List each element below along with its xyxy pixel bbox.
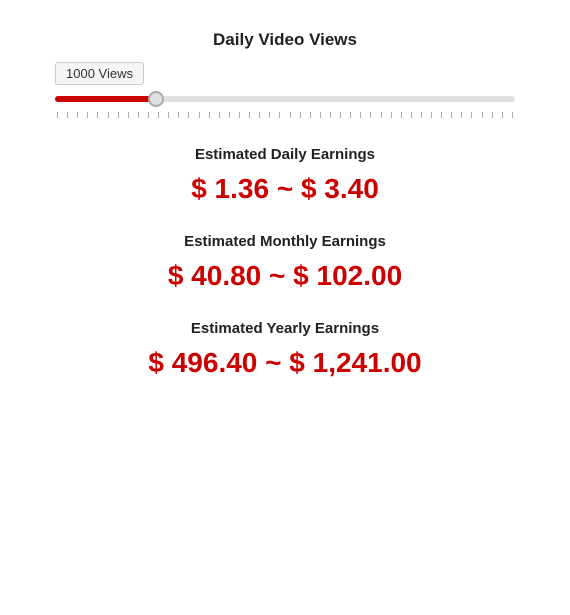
tick	[199, 112, 200, 118]
tick	[118, 112, 119, 118]
tick	[138, 112, 139, 118]
tick	[97, 112, 98, 118]
tick	[310, 112, 311, 118]
tick	[391, 112, 392, 118]
tick	[209, 112, 210, 118]
page-title: Daily Video Views	[213, 30, 357, 49]
tick	[431, 112, 432, 118]
yearly-earnings-label: Estimated Yearly Earnings	[148, 320, 421, 337]
tick	[57, 112, 58, 118]
tick	[441, 112, 442, 118]
slider-ticks	[55, 112, 515, 118]
tick	[229, 112, 230, 118]
tick	[249, 112, 250, 118]
slider-value-label: 1000 Views	[55, 62, 144, 85]
tick	[300, 112, 301, 118]
tick	[370, 112, 371, 118]
tick	[67, 112, 68, 118]
daily-earnings-label: Estimated Daily Earnings	[191, 146, 379, 163]
slider-track-wrapper[interactable]	[55, 89, 515, 109]
tick	[482, 112, 483, 118]
yearly-earnings-value: $ 496.40 ~ $ 1,241.00	[148, 347, 421, 379]
tick	[158, 112, 159, 118]
tick	[451, 112, 452, 118]
tick	[77, 112, 78, 118]
tick	[178, 112, 179, 118]
title-section: Daily Video Views	[213, 30, 357, 50]
tick	[188, 112, 189, 118]
tick	[360, 112, 361, 118]
daily-earnings-section: Estimated Daily Earnings $ 1.36 ~ $ 3.40	[191, 146, 379, 205]
tick	[168, 112, 169, 118]
tick	[320, 112, 321, 118]
tick	[128, 112, 129, 118]
tick	[421, 112, 422, 118]
tick	[461, 112, 462, 118]
tick	[502, 112, 503, 118]
tick	[108, 112, 109, 118]
tick	[471, 112, 472, 118]
slider-fill	[55, 96, 156, 102]
daily-earnings-value: $ 1.36 ~ $ 3.40	[191, 173, 379, 205]
tick	[269, 112, 270, 118]
monthly-earnings-value: $ 40.80 ~ $ 102.00	[168, 260, 402, 292]
slider-track	[55, 96, 515, 102]
tick	[279, 112, 280, 118]
tick	[512, 112, 513, 118]
monthly-earnings-section: Estimated Monthly Earnings $ 40.80 ~ $ 1…	[168, 233, 402, 292]
slider-thumb[interactable]	[148, 91, 164, 107]
tick	[401, 112, 402, 118]
tick	[492, 112, 493, 118]
tick	[239, 112, 240, 118]
tick	[87, 112, 88, 118]
tick	[259, 112, 260, 118]
tick	[350, 112, 351, 118]
slider-container: 1000 Views	[55, 62, 515, 118]
tick	[340, 112, 341, 118]
tick	[330, 112, 331, 118]
yearly-earnings-section: Estimated Yearly Earnings $ 496.40 ~ $ 1…	[148, 320, 421, 379]
tick	[381, 112, 382, 118]
tick	[148, 112, 149, 118]
tick	[411, 112, 412, 118]
monthly-earnings-label: Estimated Monthly Earnings	[168, 233, 402, 250]
tick	[290, 112, 291, 118]
tick	[219, 112, 220, 118]
